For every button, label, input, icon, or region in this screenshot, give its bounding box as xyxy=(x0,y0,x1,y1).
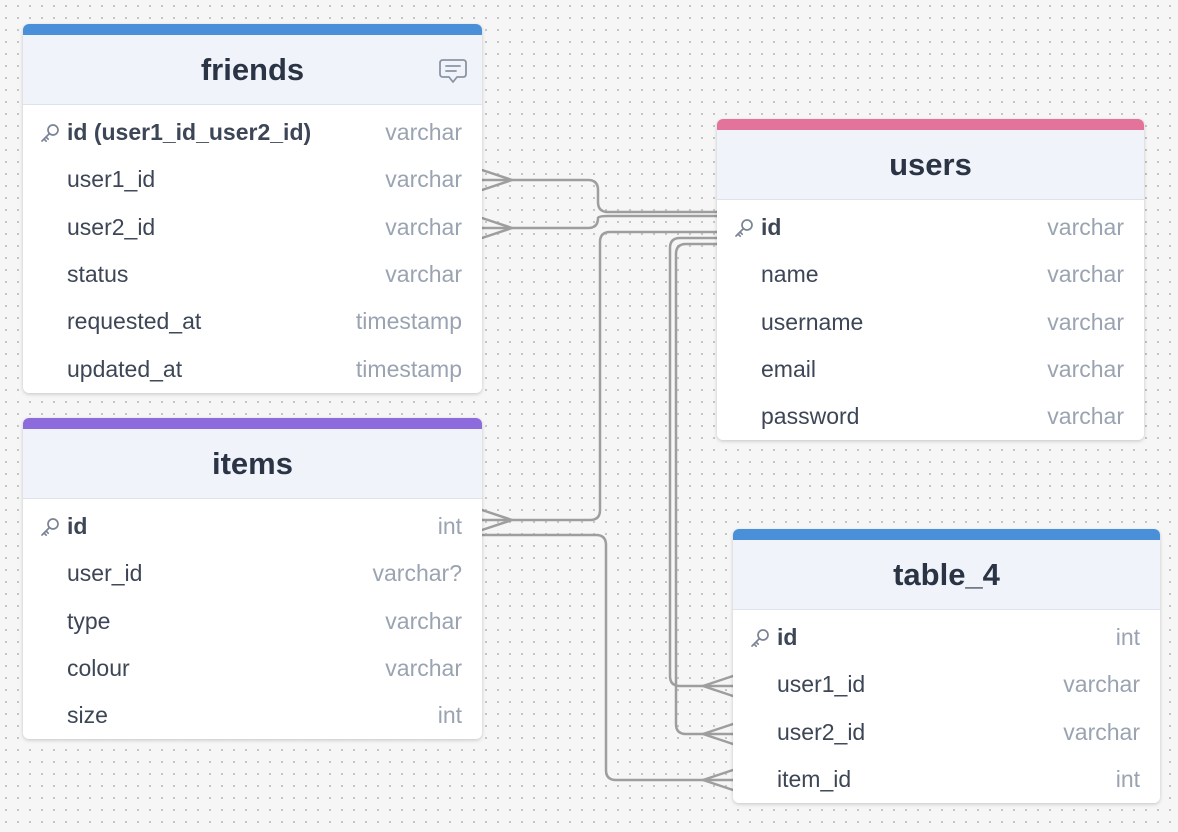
column-type: varchar xyxy=(1047,356,1124,383)
column-name: email xyxy=(761,356,816,383)
column-row-user2-id[interactable]: user2_id varchar xyxy=(733,709,1160,756)
column-type: varchar xyxy=(1047,261,1124,288)
column-list: id (user1_id_user2_id) varchar user1_id … xyxy=(23,109,482,393)
column-type: varchar xyxy=(385,119,462,146)
column-type: varchar xyxy=(1063,671,1140,698)
column-name: item_id xyxy=(777,766,852,793)
table-users[interactable]: users id varchar name varchar username v… xyxy=(717,119,1144,441)
column-type: varchar? xyxy=(372,560,462,587)
column-row-password[interactable]: password varchar xyxy=(717,393,1144,440)
key-icon xyxy=(749,627,771,649)
column-name: id xyxy=(761,214,782,241)
column-row-username[interactable]: username varchar xyxy=(717,299,1144,346)
table-header[interactable]: table_4 xyxy=(733,540,1160,610)
column-type: timestamp xyxy=(355,308,462,335)
column-name: user1_id xyxy=(67,166,156,193)
column-name: colour xyxy=(67,655,130,682)
column-name: id (user1_id_user2_id) xyxy=(67,119,312,146)
column-name: id xyxy=(67,513,88,540)
column-name: user_id xyxy=(67,560,143,587)
column-row-id[interactable]: id int xyxy=(23,503,482,550)
column-name: password xyxy=(761,403,860,430)
column-type: varchar xyxy=(1047,308,1124,335)
column-type: int xyxy=(437,702,462,729)
diagram-canvas[interactable]: friends id (user1_id_user2_id) varchar u… xyxy=(0,0,1178,832)
column-name: user2_id xyxy=(777,718,866,745)
column-type: varchar xyxy=(385,166,462,193)
column-row-colour[interactable]: colour varchar xyxy=(23,645,482,692)
column-row-user1-id[interactable]: user1_id varchar xyxy=(733,661,1160,708)
column-name: requested_at xyxy=(67,308,202,335)
column-type: int xyxy=(1115,624,1140,651)
column-row-updated-at[interactable]: updated_at timestamp xyxy=(23,345,482,392)
key-icon xyxy=(39,516,61,538)
column-row-id[interactable]: id int xyxy=(733,614,1160,661)
column-name: username xyxy=(761,308,864,335)
column-name: name xyxy=(761,261,819,288)
column-row-user1-id[interactable]: user1_id varchar xyxy=(23,156,482,203)
table-accent-bar xyxy=(717,119,1144,130)
table-header[interactable]: users xyxy=(717,130,1144,200)
column-type: timestamp xyxy=(355,355,462,382)
column-name: type xyxy=(67,607,111,634)
table-accent-bar xyxy=(23,418,482,429)
column-name: user2_id xyxy=(67,213,156,240)
table-accent-bar xyxy=(733,529,1160,540)
column-name: status xyxy=(67,261,129,288)
column-type: varchar xyxy=(385,607,462,634)
column-type: varchar xyxy=(385,261,462,288)
column-row-item-id[interactable]: item_id int xyxy=(733,756,1160,803)
column-name: size xyxy=(67,702,108,729)
table-friends[interactable]: friends id (user1_id_user2_id) varchar u… xyxy=(23,24,482,393)
table-header[interactable]: friends xyxy=(23,35,482,105)
key-icon xyxy=(39,122,61,144)
column-name: updated_at xyxy=(67,355,183,382)
table-title: items xyxy=(212,445,293,481)
comment-icon[interactable] xyxy=(438,57,468,85)
relation-table4-item-to-items[interactable] xyxy=(482,533,735,792)
table-header[interactable]: items xyxy=(23,429,482,499)
table-title: table_4 xyxy=(893,556,1000,592)
column-row-requested-at[interactable]: requested_at timestamp xyxy=(23,298,482,345)
column-row-size[interactable]: size int xyxy=(23,692,482,739)
table-table-4[interactable]: table_4 id int user1_id varchar user2_id… xyxy=(733,529,1160,804)
table-accent-bar xyxy=(23,24,482,35)
column-type: varchar xyxy=(1047,214,1124,241)
column-type: int xyxy=(437,513,462,540)
column-type: varchar xyxy=(1063,718,1140,745)
column-type: int xyxy=(1115,766,1140,793)
column-row-user-id[interactable]: user_id varchar? xyxy=(23,550,482,597)
column-row-id[interactable]: id varchar xyxy=(717,204,1144,251)
column-row-status[interactable]: status varchar xyxy=(23,251,482,298)
table-items[interactable]: items id int user_id varchar? type varch… xyxy=(23,418,482,740)
column-list: id int user1_id varchar user2_id varchar… xyxy=(733,614,1160,803)
column-type: varchar xyxy=(385,655,462,682)
column-list: id int user_id varchar? type varchar col… xyxy=(23,503,482,739)
relation-friends-user2-to-users[interactable] xyxy=(480,214,717,240)
relation-items-to-users[interactable] xyxy=(480,230,717,532)
column-type: varchar xyxy=(385,213,462,240)
relation-friends-user1-to-users[interactable] xyxy=(480,168,717,214)
table-title: friends xyxy=(200,51,305,87)
column-row-id[interactable]: id (user1_id_user2_id) varchar xyxy=(23,109,482,156)
key-icon xyxy=(733,217,755,239)
table-title: users xyxy=(889,146,972,182)
column-type: varchar xyxy=(1047,403,1124,430)
column-row-user2-id[interactable]: user2_id varchar xyxy=(23,204,482,251)
column-name: id xyxy=(777,624,798,651)
column-row-name[interactable]: name varchar xyxy=(717,251,1144,298)
column-row-type[interactable]: type varchar xyxy=(23,598,482,645)
column-row-email[interactable]: email varchar xyxy=(717,346,1144,393)
column-name: user1_id xyxy=(777,671,866,698)
column-list: id varchar name varchar username varchar… xyxy=(717,204,1144,440)
